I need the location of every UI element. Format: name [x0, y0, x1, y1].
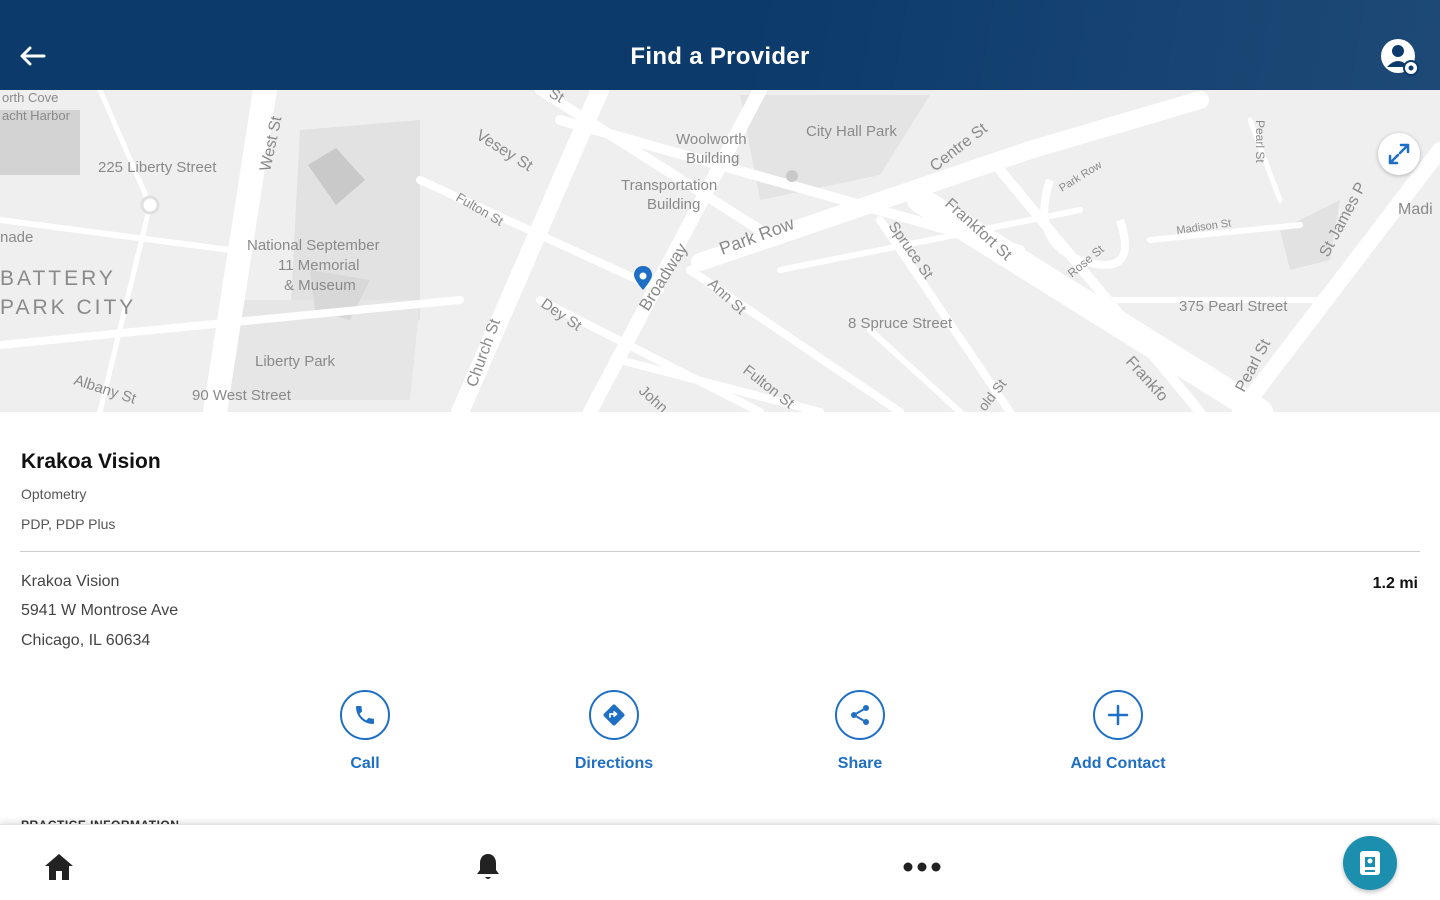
map-canvas: orth Cove acht Harbor 225 Liberty Street…	[0, 90, 1440, 412]
phone-icon	[356, 706, 374, 724]
provider-plans: PDP, PDP Plus	[21, 516, 116, 532]
directions-icon	[603, 704, 625, 726]
map-label: acht Harbor	[2, 108, 71, 123]
map-label: Madi	[1398, 201, 1433, 218]
map-label: City Hall Park	[806, 123, 897, 140]
map-label: National September	[247, 237, 380, 254]
map-label: & Museum	[284, 277, 356, 294]
map-label: Building	[686, 150, 739, 167]
map-label: 375 Pearl Street	[1179, 298, 1288, 315]
account-settings-button[interactable]	[1380, 38, 1420, 78]
nav-more[interactable]	[902, 847, 942, 887]
nav-home[interactable]	[39, 847, 79, 887]
share-icon	[851, 705, 869, 725]
nav-notifications[interactable]	[468, 847, 508, 887]
expand-icon	[1388, 143, 1410, 165]
map-label: Pearl St	[1253, 120, 1267, 163]
directions-label: Directions	[574, 755, 654, 772]
page-title: Find a Provider	[630, 43, 810, 70]
distance: 1.2 mi	[1372, 575, 1418, 592]
map-label: 225 Liberty Street	[98, 159, 217, 176]
id-card-icon	[1360, 851, 1380, 875]
app-header: Find a Provider	[0, 0, 1440, 90]
provider-name: Krakoa Vision	[21, 450, 161, 473]
map-label: PARK CITY	[0, 296, 136, 319]
expand-map-button[interactable]	[1378, 133, 1420, 175]
share-label: Share	[837, 755, 883, 772]
call-button[interactable]: Call	[265, 690, 465, 773]
map-label: nade	[0, 229, 33, 246]
map-label: 11 Memorial	[278, 257, 359, 274]
map-label: orth Cove	[2, 90, 58, 105]
share-button[interactable]: Share	[760, 690, 960, 773]
more-dots-icon	[903, 862, 941, 872]
id-card-button[interactable]	[1343, 836, 1397, 890]
call-label: Call	[350, 755, 380, 772]
divider	[20, 551, 1420, 552]
provider-specialty: Optometry	[21, 486, 87, 502]
add-contact-button[interactable]: Add Contact	[1018, 690, 1218, 773]
call-circle	[340, 690, 390, 740]
address-city: Chicago, IL 60634	[21, 632, 151, 649]
bottom-nav	[0, 824, 1440, 900]
account-settings-icon	[1381, 39, 1419, 76]
map-label: BATTERY	[0, 267, 116, 290]
map-label: Liberty Park	[255, 353, 336, 370]
directions-button[interactable]: Directions	[514, 690, 714, 773]
provider-map[interactable]: orth Cove acht Harbor 225 Liberty Street…	[0, 90, 1440, 412]
add-contact-label: Add Contact	[1070, 755, 1166, 772]
map-label: Transportation	[621, 177, 717, 194]
plus-icon	[1107, 704, 1129, 726]
map-label: 90 West Street	[192, 387, 292, 404]
map-label: Woolworth	[676, 131, 747, 148]
share-circle	[835, 690, 885, 740]
map-label: 8 Spruce Street	[848, 315, 953, 332]
home-icon	[45, 854, 73, 880]
map-label: Building	[647, 196, 700, 213]
bell-icon	[477, 854, 499, 879]
address-street: 5941 W Montrose Ave	[21, 602, 179, 619]
directions-circle	[589, 690, 639, 740]
add-contact-circle	[1093, 690, 1143, 740]
address-name: Krakoa Vision	[21, 573, 120, 590]
